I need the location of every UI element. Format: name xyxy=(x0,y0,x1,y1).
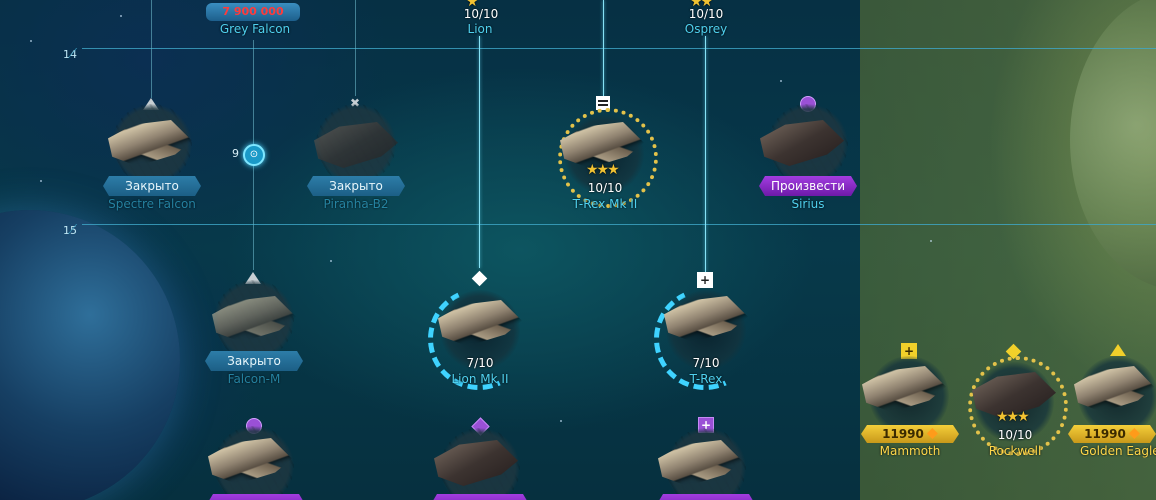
sirius-produce-button[interactable]: Произвести xyxy=(759,176,857,196)
falcon-m-name[interactable]: Falcon-M xyxy=(194,372,314,386)
bottom-slot-3-produce-button[interactable] xyxy=(657,494,755,500)
star xyxy=(30,40,32,42)
t-rex-plus-icon: + xyxy=(697,272,713,288)
star xyxy=(120,15,122,17)
tier-14-divider xyxy=(67,48,1156,58)
osprey-name[interactable]: Osprey xyxy=(646,22,766,36)
lion-mk2-name[interactable]: Lion Mk II xyxy=(420,372,540,386)
lion-mk2-progress: 7/10 xyxy=(466,356,494,370)
lion-name[interactable]: Lion xyxy=(420,22,540,36)
lion-mk2-diamond-icon xyxy=(471,270,488,287)
star xyxy=(930,240,932,242)
bottom-slot-2-produce-button[interactable] xyxy=(431,494,529,500)
sirius-name[interactable]: Sirius xyxy=(748,197,868,211)
golden-eagle-yellow-triangle-icon xyxy=(1110,344,1126,356)
piranha-b2-name[interactable]: Piranha-B2 xyxy=(296,197,416,211)
star xyxy=(40,180,42,182)
star xyxy=(330,260,332,262)
grey-falcon-cost: 7 900 000 xyxy=(222,5,284,18)
tier-15-divider xyxy=(67,224,1156,234)
star xyxy=(780,80,782,82)
rockwell-progress: 10/10 xyxy=(997,428,1033,442)
star xyxy=(560,420,562,422)
spectre-falcon-status-badge[interactable]: Закрыто xyxy=(103,176,201,196)
t-rex-mk2-stars: ★★★ xyxy=(586,162,620,178)
golden-eagle-name[interactable]: Golden Eagle xyxy=(1060,444,1156,458)
grey-falcon-name[interactable]: Grey Falcon xyxy=(195,22,315,36)
connector-line xyxy=(151,0,152,98)
tech-tree-stage: 14 15 7 900 000 Grey Falcon ★ 10/10 Lion… xyxy=(0,0,1156,500)
connector-line xyxy=(705,36,706,272)
lock-icon[interactable]: ⊙ xyxy=(243,144,265,166)
bottom-slot-1-produce-button[interactable] xyxy=(207,494,305,500)
crystal-icon xyxy=(1129,428,1140,439)
mammoth-price-button[interactable]: 11990 xyxy=(861,425,959,443)
connector-line xyxy=(603,0,604,96)
grey-falcon-cost-badge[interactable]: 7 900 000 xyxy=(206,3,300,21)
lock-count: 9 xyxy=(232,147,239,160)
falcon-m-status-badge[interactable]: Закрыто xyxy=(205,351,303,371)
rockwell-name[interactable]: Rockwell xyxy=(955,444,1075,458)
lion-progress: 10/10 xyxy=(463,7,499,21)
piranha-b2-status-badge[interactable]: Закрыто xyxy=(307,176,405,196)
golden-eagle-price-button[interactable]: 11990 xyxy=(1068,425,1156,443)
mammoth-price: 11990 xyxy=(882,427,924,441)
t-rex-mk2-progress: 10/10 xyxy=(587,181,623,195)
background-planet-left xyxy=(0,210,180,500)
crystal-icon xyxy=(927,428,938,439)
spectre-falcon-name[interactable]: Spectre Falcon xyxy=(92,197,212,211)
rockwell-stars: ★★★ xyxy=(996,409,1030,425)
t-rex-mk2-name[interactable]: T-Rex Mk II xyxy=(545,197,665,211)
connector-line xyxy=(479,36,480,268)
mammoth-name[interactable]: Mammoth xyxy=(850,444,970,458)
t-rex-progress: 7/10 xyxy=(692,356,720,370)
golden-eagle-price: 11990 xyxy=(1084,427,1126,441)
connector-line xyxy=(355,0,356,96)
osprey-progress: 10/10 xyxy=(688,7,724,21)
t-rex-name[interactable]: T-Rex xyxy=(646,372,766,386)
